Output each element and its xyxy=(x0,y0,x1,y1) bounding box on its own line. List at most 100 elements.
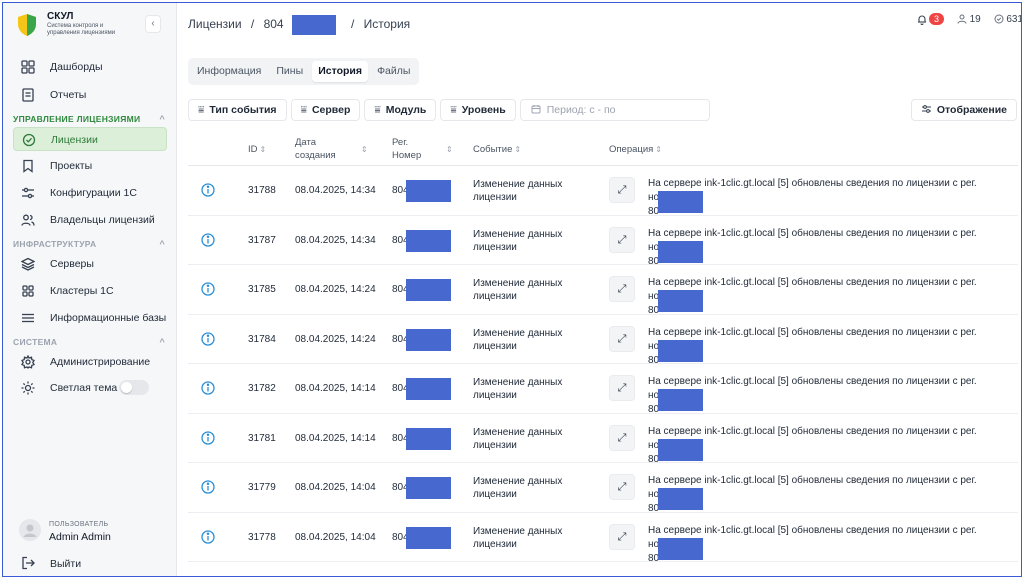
info-icon[interactable] xyxy=(201,232,215,247)
cell-date: 08.04.2025, 14:24 xyxy=(295,284,376,295)
expand-icon[interactable]: ⤢ xyxy=(609,325,635,352)
redaction-box xyxy=(658,537,703,560)
sidebar-item-clusters[interactable]: Кластеры 1С xyxy=(13,279,167,303)
tab-files[interactable]: Файлы xyxy=(371,61,416,82)
tab-history[interactable]: История xyxy=(312,61,368,82)
info-icon[interactable] xyxy=(201,183,215,197)
filter-label: Модуль xyxy=(385,104,427,116)
user-profile[interactable]: ПОЛЬЗОВАТЕЛЬ Admin Admin xyxy=(19,519,169,545)
filter-label: Сервер xyxy=(311,104,351,116)
licenses-count: 631 xyxy=(1006,13,1022,25)
sidebar-item-servers[interactable]: Серверы xyxy=(13,252,167,276)
column-header-event[interactable]: Событие ⇕ xyxy=(473,143,521,156)
expand-icon[interactable]: ⤢ xyxy=(609,523,635,550)
cell-reg-number: 804 xyxy=(392,477,451,499)
table-row: 31781 08.04.2025, 14:14 804 Изменение да… xyxy=(188,414,1018,467)
info-icon[interactable] xyxy=(201,529,215,544)
breadcrumb-licenses[interactable]: Лицензии xyxy=(188,17,242,31)
operation-line: На сервере ink-1clic.gt.local [5] обновл… xyxy=(648,277,977,302)
section-license-management[interactable]: УПРАВЛЕНИЕ ЛИЦЕНЗИЯМИ ^ xyxy=(13,114,167,124)
cell-reg-number: 804 xyxy=(392,526,451,549)
cell-date: 08.04.2025, 14:14 xyxy=(295,432,376,444)
redaction-box xyxy=(406,526,451,549)
sliders-icon xyxy=(22,187,34,199)
notifications[interactable]: 3 xyxy=(917,13,945,25)
redaction-box xyxy=(406,328,451,351)
sidebar-item-administration[interactable]: Администрирование xyxy=(13,350,167,374)
column-header-id[interactable]: ID ⇕ xyxy=(248,143,266,156)
section-infrastructure[interactable]: ИНФРАСТРУКТУРА ^ xyxy=(13,239,167,249)
shield-logo-icon xyxy=(18,14,36,36)
expand-icon[interactable]: ⤢ xyxy=(609,375,635,401)
expand-icon[interactable]: ⤢ xyxy=(609,424,635,451)
breadcrumb-license[interactable]: 804 xyxy=(264,15,342,35)
sidebar-item-license-owners[interactable]: Владельцы лицензий xyxy=(13,208,167,232)
sidebar-item-label: Владельцы лицензий xyxy=(50,214,155,226)
sidebar-item-licenses[interactable]: Лицензии xyxy=(13,127,167,151)
operation-line: На сервере ink-1clic.gt.local [5] обновл… xyxy=(648,178,977,203)
info-icon[interactable] xyxy=(201,430,215,445)
bell-icon xyxy=(918,15,927,25)
redaction-box xyxy=(658,389,703,411)
event-line: лицензии xyxy=(473,291,517,302)
column-label: Дата xyxy=(295,137,317,148)
period-input[interactable]: Период: с - по xyxy=(519,99,710,121)
sidebar-item-dashboards[interactable]: Дашборды xyxy=(13,55,167,79)
redaction-box xyxy=(406,477,451,499)
section-title: УПРАВЛЕНИЕ ЛИЦЕНЗИЯМИ xyxy=(13,114,141,124)
sort-icon: ⇕ xyxy=(361,145,368,154)
chevron-left-icon[interactable]: ‹ xyxy=(145,15,161,33)
sidebar-item-reports[interactable]: Отчеты xyxy=(13,83,167,107)
info-icon[interactable] xyxy=(201,282,215,296)
expand-icon[interactable]: ⤢ xyxy=(609,474,635,500)
sort-icon: ⇕ xyxy=(446,145,453,154)
level-filter-button[interactable]: ⩸ Уровень xyxy=(440,99,516,121)
column-header-reg-number[interactable]: Рег. Номер ⇕ xyxy=(392,136,458,162)
column-label: ID xyxy=(248,144,258,155)
event-type-filter-button[interactable]: ⩸ Тип события xyxy=(188,99,287,121)
cell-id: 31788 xyxy=(248,185,276,196)
tab-pins[interactable]: Пины xyxy=(270,61,309,82)
cell-reg-number: 804 xyxy=(392,427,451,450)
section-system[interactable]: СИСТЕМА ^ xyxy=(13,337,167,347)
display-settings-button[interactable]: Отображение xyxy=(910,99,1017,121)
bookmark-icon xyxy=(23,159,33,173)
expand-icon[interactable]: ⤢ xyxy=(609,276,635,302)
module-filter-button[interactable]: ⩸ Модуль xyxy=(364,99,437,121)
event-line: Изменение данных xyxy=(473,476,563,487)
sliders-icon xyxy=(921,105,931,113)
info-icon[interactable] xyxy=(201,381,215,395)
column-header-operation[interactable]: Операция ⇕ xyxy=(609,143,662,156)
cell-operation: На сервере ink-1clic.gt.local [5] обновл… xyxy=(648,375,1018,417)
info-icon[interactable] xyxy=(201,480,215,494)
sort-icon: ⇕ xyxy=(655,145,662,154)
users-count: 19 xyxy=(969,13,981,25)
breadcrumb-separator: / xyxy=(250,17,255,32)
expand-icon[interactable]: ⤢ xyxy=(609,226,635,253)
logout-button[interactable]: Выйти xyxy=(13,554,167,574)
sidebar-item-configurations[interactable]: Конфигурации 1С xyxy=(13,181,167,205)
theme-toggle[interactable] xyxy=(119,380,149,395)
tab-bar: Информация Пины История Файлы xyxy=(188,58,420,85)
redaction-box xyxy=(406,427,451,450)
sidebar-item-infobases[interactable]: Информационные базы xyxy=(13,306,167,330)
operation-line: На сервере ink-1clic.gt.local [5] обновл… xyxy=(648,376,977,401)
sidebar-item-projects[interactable]: Проекты xyxy=(13,154,167,178)
info-icon[interactable] xyxy=(201,331,215,346)
column-header-date[interactable]: Дата создания ⇕ xyxy=(295,136,368,162)
cell-date: 08.04.2025, 14:04 xyxy=(295,531,376,543)
tab-information[interactable]: Информация xyxy=(191,61,267,82)
expand-icon[interactable]: ⤢ xyxy=(609,177,635,203)
table-header: ID ⇕ Дата создания ⇕ Рег. Номер ⇕ Событие ⇕ Оп… xyxy=(188,131,1018,166)
sidebar-item-label: Серверы xyxy=(50,258,94,270)
sidebar-item-label: Дашборды xyxy=(50,61,103,73)
layers-icon xyxy=(21,257,35,271)
users-icon xyxy=(21,214,35,226)
server-filter-button[interactable]: ⩸ Сервер xyxy=(290,99,361,121)
event-line: Изменение данных xyxy=(473,228,563,240)
table-row: 31785 08.04.2025, 14:24 804 Изменение да… xyxy=(188,265,1018,316)
cell-operation: На сервере ink-1clic.gt.local [5] обновл… xyxy=(648,326,1018,368)
redaction-box xyxy=(406,180,451,202)
cell-operation: На сервере ink-1clic.gt.local [5] обновл… xyxy=(648,425,1018,467)
operation-line: На сервере ink-1clic.gt.local [5] обновл… xyxy=(648,227,977,253)
